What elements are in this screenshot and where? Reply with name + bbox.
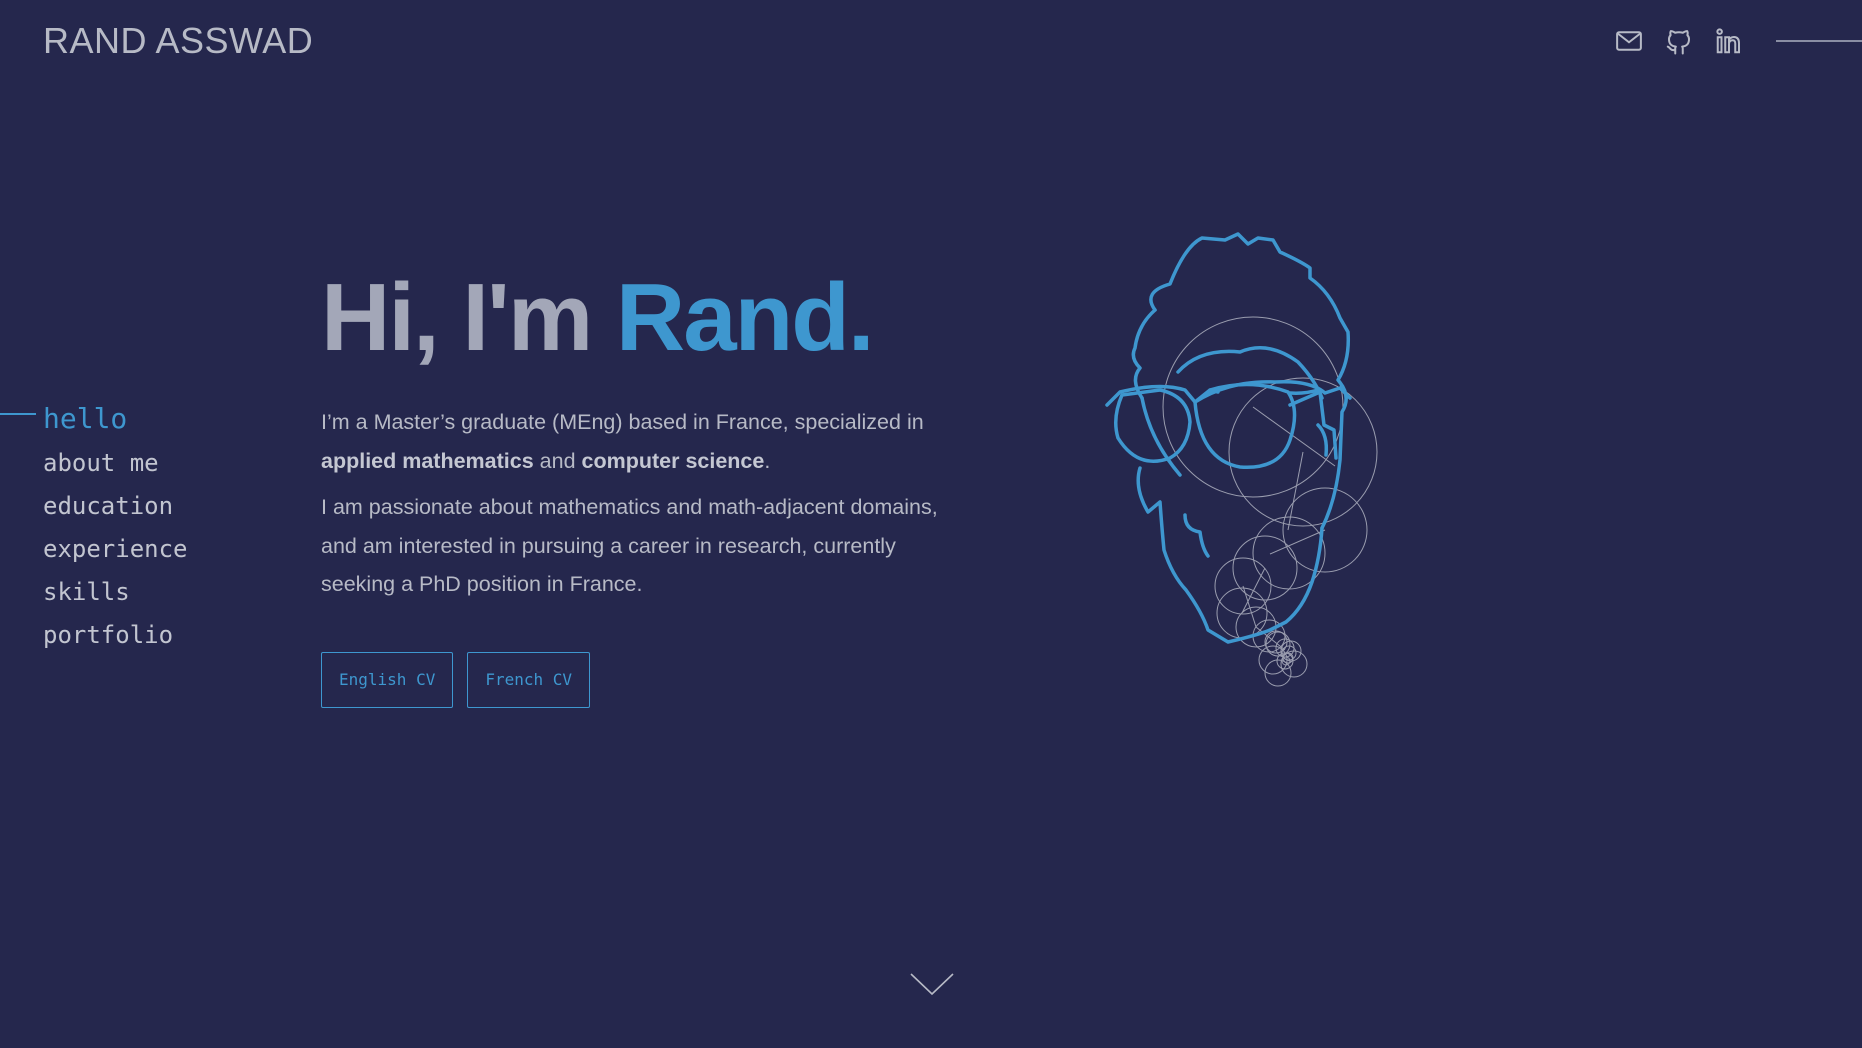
english-cv-button[interactable]: English CV — [321, 651, 454, 708]
mail-icon[interactable] — [1612, 24, 1646, 58]
nav-item-skills[interactable]: skills — [43, 571, 188, 614]
github-icon[interactable] — [1662, 24, 1696, 58]
intro-paragraph-2: I am passionate about mathematics and ma… — [321, 495, 938, 596]
cv-buttons: English CV French CV — [321, 651, 961, 708]
scroll-down-icon[interactable] — [909, 970, 955, 1000]
intro-text-part: I’m a Master’s graduate (MEng) based in … — [321, 410, 924, 434]
intro-paragraph-1: I’m a Master’s graduate (MEng) based in … — [321, 403, 961, 480]
social-links — [1596, 24, 1862, 58]
nav-item-hello[interactable]: hello — [43, 395, 188, 442]
section-nav: hello about me education experience skil… — [43, 395, 188, 657]
portrait-illustration — [1105, 232, 1378, 687]
active-nav-indicator — [0, 413, 36, 415]
highlight-computer-science: computer science — [581, 448, 765, 473]
hero-name: Rand. — [615, 264, 875, 371]
intro-text-part: . — [764, 448, 771, 473]
header-line — [1776, 40, 1862, 42]
nav-item-portfolio[interactable]: portfolio — [43, 614, 188, 657]
french-cv-button[interactable]: French CV — [467, 651, 591, 708]
nav-item-education[interactable]: education — [43, 485, 188, 528]
intro-text-part: and — [533, 448, 582, 473]
highlight-applied-mathematics: applied mathematics — [321, 448, 534, 473]
nav-item-about-me[interactable]: about me — [43, 442, 188, 485]
greeting-text: Hi, I'm — [321, 264, 616, 371]
hero-section: Hi, I'm Rand. I’m a Master’s graduate (M… — [321, 263, 961, 708]
nav-item-experience[interactable]: experience — [43, 528, 188, 571]
site-title[interactable]: RAND ASSWAD — [43, 20, 313, 62]
hero-headline: Hi, I'm Rand. — [321, 263, 961, 373]
linkedin-icon[interactable] — [1712, 24, 1746, 58]
intro-text: I’m a Master’s graduate (MEng) based in … — [321, 403, 961, 604]
